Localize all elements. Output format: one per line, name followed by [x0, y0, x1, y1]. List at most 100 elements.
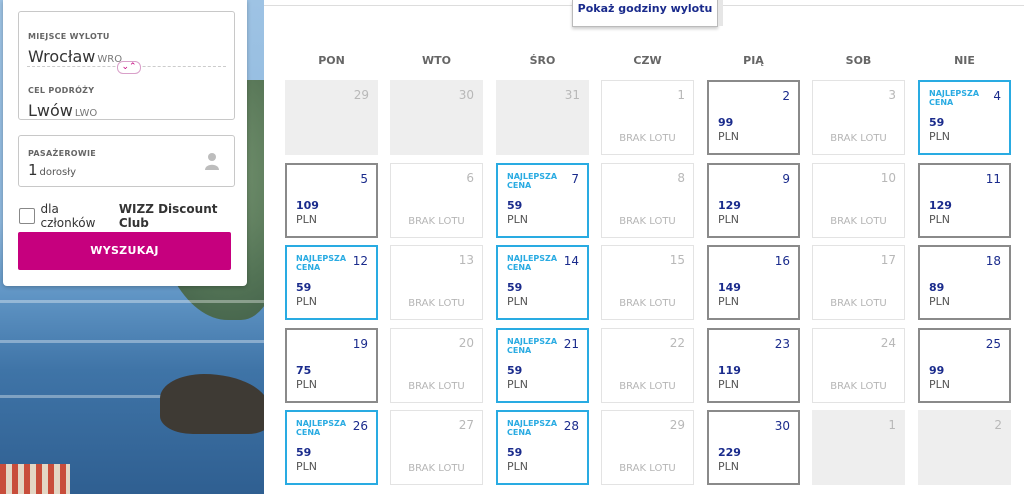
fare-currency: PLN	[718, 378, 739, 391]
day-number: 7	[571, 172, 579, 186]
calendar-day-cell: 17 BRAK LOTU	[812, 245, 905, 320]
calendar-day-cell: 6 BRAK LOTU	[390, 163, 483, 238]
calendar-day-cell[interactable]: 16 149 PLN	[707, 245, 800, 320]
day-number: 8	[677, 171, 685, 185]
day-number: 13	[458, 253, 474, 267]
best-price-badge: NAJLEPSZA CENA	[296, 254, 346, 272]
departure-value[interactable]: Wrocław WRO	[28, 47, 122, 66]
day-number: 22	[669, 336, 685, 350]
fare-currency: PLN	[507, 213, 528, 226]
passengers-field[interactable]: PASAŻEROWIE 1 dorosły	[18, 135, 235, 187]
calendar-day-cell[interactable]: 14 NAJLEPSZA CENA 59 PLN	[496, 245, 589, 320]
fare-currency: PLN	[929, 378, 950, 391]
calendar-day-cell: 29	[285, 80, 378, 155]
best-price-label: NAJLEPSZA	[507, 172, 558, 181]
calendar-day-cell: 2	[918, 410, 1011, 485]
discount-club-option[interactable]: dla członków WIZZ Discount Club	[19, 202, 247, 230]
calendar-day-cell[interactable]: 21 NAJLEPSZA CENA 59 PLN	[496, 328, 589, 403]
day-number: 29	[669, 418, 685, 432]
background-rocks	[160, 374, 264, 434]
fare-price: 229	[718, 446, 741, 459]
fare-price: 109	[296, 199, 319, 212]
day-number: 26	[352, 419, 368, 433]
fare-currency: PLN	[718, 130, 739, 143]
calendar-day-cell: 27 BRAK LOTU	[390, 410, 483, 485]
day-number: 25	[985, 337, 1001, 351]
day-number: 30	[774, 419, 790, 433]
best-price-badge: NAJLEPSZA CENA	[296, 419, 346, 437]
fare-price: 149	[718, 281, 741, 294]
fare-currency: PLN	[718, 295, 739, 308]
passengers-unit: dorosły	[39, 167, 76, 178]
calendar-day-cell: 30	[390, 80, 483, 155]
destination-city: Lwów	[28, 101, 73, 120]
calendar-day-cell[interactable]: 11 129 PLN	[918, 163, 1011, 238]
best-price-label: NAJLEPSZA	[296, 419, 347, 428]
search-panel: MIEJSCE WYLOTU Wrocław WRO ⌄⌃ CEL PODRÓŻY…	[3, 0, 247, 286]
best-price-label: CENA	[296, 428, 321, 437]
background-deck	[0, 464, 70, 494]
best-price-label: NAJLEPSZA	[296, 254, 347, 263]
fare-price: 75	[296, 364, 312, 377]
day-number: 19	[352, 337, 368, 351]
weekday-header: WTO	[422, 54, 451, 67]
best-price-badge: NAJLEPSZA CENA	[507, 172, 557, 190]
day-number: 21	[563, 337, 579, 351]
destination-value[interactable]: Lwów LWO	[28, 101, 97, 120]
fare-price: 59	[507, 199, 523, 212]
calendar-day-cell[interactable]: 7 NAJLEPSZA CENA 59 PLN	[496, 163, 589, 238]
fare-price: 59	[507, 446, 523, 459]
departure-field[interactable]: MIEJSCE WYLOTU Wrocław WRO	[28, 24, 122, 66]
fare-currency: PLN	[929, 130, 950, 143]
fare-price: 89	[929, 281, 945, 294]
day-number: 18	[985, 254, 1001, 268]
fare-price: 59	[929, 116, 945, 129]
no-flight-label: BRAK LOTU	[830, 381, 887, 392]
day-number: 1	[888, 418, 896, 432]
calendar-day-cell[interactable]: 28 NAJLEPSZA CENA 59 PLN	[496, 410, 589, 485]
destination-field[interactable]: CEL PODRÓŻY Lwów LWO	[28, 78, 97, 120]
fare-currency: PLN	[507, 378, 528, 391]
calendar-day-cell[interactable]: 30 229 PLN	[707, 410, 800, 485]
day-number: 9	[782, 172, 790, 186]
search-button[interactable]: WYSZUKAJ	[18, 232, 231, 270]
no-flight-label: BRAK LOTU	[619, 463, 676, 474]
day-number: 20	[458, 336, 474, 350]
calendar-day-cell[interactable]: 9 129 PLN	[707, 163, 800, 238]
calendar-day-cell: 1	[812, 410, 905, 485]
no-flight-label: BRAK LOTU	[408, 463, 465, 474]
fare-currency: PLN	[296, 460, 317, 473]
weekday-header: SOB	[845, 54, 872, 67]
calendar-day-cell[interactable]: 12 NAJLEPSZA CENA 59 PLN	[285, 245, 378, 320]
weekday-header: PIĄ	[743, 54, 764, 67]
fare-currency: PLN	[507, 295, 528, 308]
calendar-day-cell[interactable]: 25 99 PLN	[918, 328, 1011, 403]
calendar-day-cell[interactable]: 19 75 PLN	[285, 328, 378, 403]
best-price-label: NAJLEPSZA	[507, 337, 558, 346]
calendar-day-cell[interactable]: 2 99 PLN	[707, 80, 800, 155]
no-flight-label: BRAK LOTU	[619, 381, 676, 392]
calendar-day-cell[interactable]: 5 109 PLN	[285, 163, 378, 238]
day-number: 29	[353, 88, 369, 102]
discount-club-name: WIZZ Discount Club	[118, 202, 218, 230]
day-number: 5	[360, 172, 368, 186]
show-departure-times-button[interactable]: Pokaż godziny wylotu	[572, 0, 723, 27]
discount-club-checkbox[interactable]	[19, 208, 35, 224]
fare-currency: PLN	[296, 295, 317, 308]
calendar-day-cell[interactable]: 23 119 PLN	[707, 328, 800, 403]
calendar-day-cell: 22 BRAK LOTU	[601, 328, 694, 403]
fare-price: 99	[718, 116, 734, 129]
swap-route-button[interactable]: ⌄⌃	[117, 61, 141, 74]
fare-price: 59	[507, 281, 523, 294]
fare-calendar: Pokaż godziny wylotu PON WTO ŚRO CZW PIĄ SOB N…	[264, 0, 1024, 494]
calendar-day-cell: 31	[496, 80, 589, 155]
destination-code: LWO	[74, 108, 98, 119]
best-price-badge: NAJLEPSZA CENA	[929, 89, 979, 107]
day-number: 28	[563, 419, 579, 433]
calendar-day-cell[interactable]: 18 89 PLN	[918, 245, 1011, 320]
best-price-label: NAJLEPSZA	[507, 419, 558, 428]
best-price-label: CENA	[296, 263, 321, 272]
route-field-group: MIEJSCE WYLOTU Wrocław WRO ⌄⌃ CEL PODRÓŻY…	[18, 11, 235, 120]
calendar-day-cell[interactable]: 4 NAJLEPSZA CENA 59 PLN	[918, 80, 1011, 155]
calendar-day-cell[interactable]: 26 NAJLEPSZA CENA 59 PLN	[285, 410, 378, 485]
